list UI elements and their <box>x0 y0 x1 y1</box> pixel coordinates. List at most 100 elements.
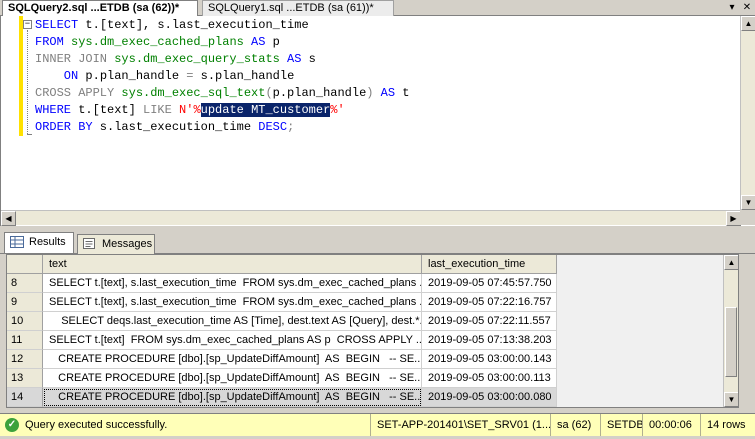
tab-sqlquery2[interactable]: SQLQuery2.sql ...ETDB (sa (62))* <box>2 0 198 17</box>
cell-text[interactable]: CREATE PROCEDURE [dbo].[sp_UpdateDiffAmo… <box>43 388 422 407</box>
tab-results[interactable]: Results <box>4 232 74 253</box>
code-line-5: CROSS APPLY sys.dm_exec_sql_text(p.plan_… <box>35 85 410 102</box>
code-text: s.plan_handle <box>193 69 295 83</box>
status-elapsed-time: 00:00:06 <box>642 414 700 436</box>
keyword-apply: CROSS APPLY <box>35 86 115 100</box>
scroll-right-icon[interactable]: ▶ <box>726 211 741 226</box>
status-bar: ✓ Query executed successfully. SET-APP-2… <box>0 413 755 436</box>
row-number[interactable]: 12 <box>7 350 43 369</box>
code-text: t <box>395 86 410 100</box>
row-number[interactable]: 11 <box>7 331 43 350</box>
close-tab-icon[interactable]: ✕ <box>741 2 753 14</box>
grid-empty-area <box>557 255 738 407</box>
code-line-6: WHERE t.[text] LIKE N'%update MT_custome… <box>35 102 345 119</box>
semicolon: ; <box>287 120 295 134</box>
code-text: p.plan_handle <box>78 69 187 83</box>
cell-time[interactable]: 2019-09-05 07:13:38.203 <box>422 331 557 350</box>
tab-messages[interactable]: Messages <box>77 234 155 254</box>
grid-icon <box>10 236 24 248</box>
keyword: SELECT <box>35 18 79 32</box>
editor-gutter <box>1 16 19 210</box>
query-editor[interactable]: − SELECT t.[text], s.last_execution_time… <box>0 16 755 226</box>
status-row-count: 14 rows <box>700 414 755 436</box>
system-object: sys.dm_exec_cached_plans <box>63 35 244 49</box>
cell-time[interactable]: 2019-09-05 03:00:00.113 <box>422 369 557 388</box>
string-literal: %' <box>330 103 345 117</box>
status-database: SETDB <box>600 414 642 436</box>
keyword: FROM <box>35 35 64 49</box>
code-line-3: INNER JOIN sys.dm_exec_query_stats AS s <box>35 51 316 68</box>
code-line-1: SELECT t.[text], s.last_execution_time <box>35 17 309 34</box>
scroll-down-icon[interactable]: ▼ <box>741 195 755 210</box>
results-grid[interactable]: text last_execution_time 8 SELECT t.[tex… <box>6 254 739 408</box>
scroll-left-icon[interactable]: ◀ <box>1 211 16 226</box>
cell-text[interactable]: SELECT t.[text] FROM sys.dm_exec_cached_… <box>43 331 422 350</box>
grid-vertical-scrollbar[interactable]: ▲ ▼ <box>723 255 738 407</box>
scroll-up-icon[interactable]: ▲ <box>741 16 755 31</box>
string-literal: N'% <box>171 103 201 117</box>
row-number[interactable]: 8 <box>7 274 43 293</box>
status-user: sa (62) <box>550 414 600 436</box>
status-server: SET-APP-201401\SET_SRV01 (1... <box>370 414 550 436</box>
row-number[interactable]: 14 <box>7 388 43 407</box>
cell-time[interactable]: 2019-09-05 03:00:00.143 <box>422 350 557 369</box>
tab-tools: ▾ ✕ <box>726 1 753 15</box>
keyword: AS <box>243 35 266 49</box>
column-header-last-execution-time[interactable]: last_execution_time <box>422 255 557 274</box>
grid-scroll-thumb[interactable] <box>725 307 737 377</box>
cell-text[interactable]: SELECT deqs.last_execution_time AS [Time… <box>43 312 422 331</box>
cell-text[interactable]: SELECT t.[text], s.last_execution_time F… <box>43 274 422 293</box>
document-tab-strip: SQLQuery2.sql ...ETDB (sa (62))* SQLQuer… <box>0 0 755 17</box>
keyword: ORDER BY <box>35 120 93 134</box>
row-number[interactable]: 13 <box>7 369 43 388</box>
tab-sqlquery1[interactable]: SQLQuery1.sql ...ETDB (sa (61))* <box>202 0 394 16</box>
code-text: p <box>265 35 280 49</box>
cell-text[interactable]: CREATE PROCEDURE [dbo].[sp_UpdateDiffAmo… <box>43 350 422 369</box>
check-circle-icon: ✓ <box>5 418 19 432</box>
cell-time[interactable]: 2019-09-05 07:22:16.757 <box>422 293 557 312</box>
column-header-text[interactable]: text <box>43 255 422 274</box>
tab-messages-label: Messages <box>102 238 153 250</box>
cell-time[interactable]: 2019-09-05 07:45:57.750 <box>422 274 557 293</box>
selected-text[interactable]: update MT_customer <box>200 103 331 117</box>
cell-time[interactable]: 2019-09-05 07:22:11.557 <box>422 312 557 331</box>
change-tracking-bar <box>19 16 23 136</box>
editor-horizontal-scrollbar[interactable]: ◀ ▶ <box>1 210 741 226</box>
outline-guide <box>27 30 28 134</box>
keyword-join: INNER JOIN <box>35 52 108 66</box>
keyword: WHERE <box>35 103 72 117</box>
system-function: sys.dm_exec_sql_text <box>114 86 266 100</box>
cell-text[interactable]: SELECT t.[text], s.last_execution_time F… <box>43 293 422 312</box>
scrollbar-corner <box>740 210 755 225</box>
code-text: t.[text], s.last_execution_time <box>78 18 309 32</box>
outline-guide-end <box>27 134 32 135</box>
keyword: ON <box>35 69 79 83</box>
row-number[interactable]: 9 <box>7 293 43 312</box>
status-message: Query executed successfully. <box>25 419 168 431</box>
code-text: s <box>301 52 316 66</box>
collapse-outline-icon[interactable]: − <box>23 20 32 29</box>
code-line-2: FROM sys.dm_exec_cached_plans AS p <box>35 34 280 51</box>
keyword: AS <box>373 86 396 100</box>
code-line-7: ORDER BY s.last_execution_time DESC; <box>35 119 294 136</box>
keyword: DESC <box>258 120 288 134</box>
code-area[interactable]: − SELECT t.[text], s.last_execution_time… <box>1 16 741 210</box>
code-line-4: ON p.plan_handle = s.plan_handle <box>35 68 294 85</box>
keyword: AS <box>279 52 302 66</box>
grid-scroll-down-icon[interactable]: ▼ <box>724 392 738 407</box>
code-text: p.plan_handle <box>272 86 367 100</box>
tab-results-label: Results <box>29 236 66 248</box>
system-object: sys.dm_exec_query_stats <box>107 52 280 66</box>
code-text: t.[text] <box>71 103 144 117</box>
tab-list-dropdown-icon[interactable]: ▾ <box>726 2 738 14</box>
code-text: s.last_execution_time <box>92 120 259 134</box>
paren: ( <box>265 86 273 100</box>
editor-vertical-scrollbar[interactable]: ▲ ▼ <box>740 16 755 210</box>
operator: LIKE <box>143 103 172 117</box>
row-header-corner[interactable] <box>7 255 43 274</box>
cell-text[interactable]: CREATE PROCEDURE [dbo].[sp_UpdateDiffAmo… <box>43 369 422 388</box>
grid-scroll-up-icon[interactable]: ▲ <box>724 255 738 270</box>
cell-time[interactable]: 2019-09-05 03:00:00.080 <box>422 388 557 407</box>
row-number[interactable]: 10 <box>7 312 43 331</box>
messages-icon <box>83 238 95 249</box>
